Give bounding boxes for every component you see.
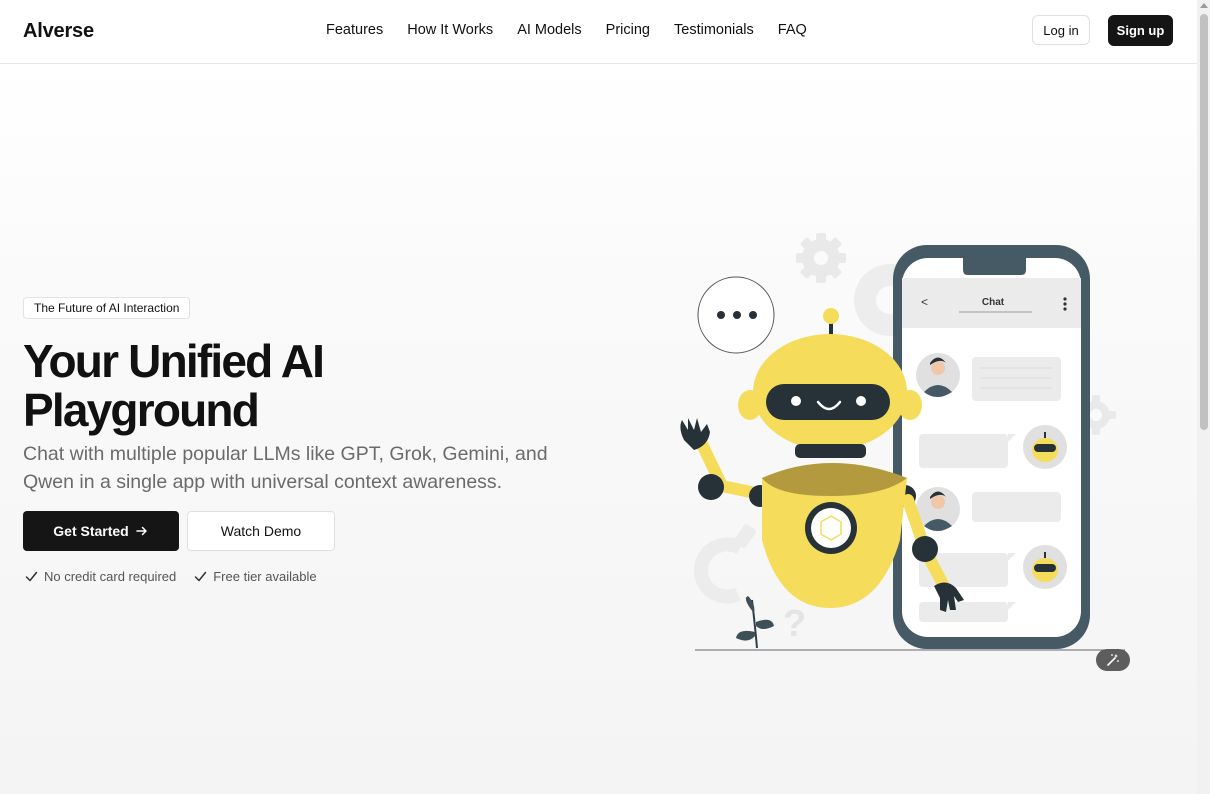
- scroll-up-arrow[interactable]: [1200, 3, 1208, 8]
- chevron-left-icon: <: [921, 295, 928, 309]
- scrollbar-thumb[interactable]: [1200, 14, 1208, 430]
- perk-item: Free tier available: [194, 569, 317, 584]
- hero-title: Your Unified AI Playground: [23, 335, 325, 436]
- hero-subtitle: Chat with multiple popular LLMs like GPT…: [23, 443, 548, 493]
- nav-how-it-works[interactable]: How It Works: [407, 22, 493, 38]
- robot-chat-illustration: ? < Chat: [680, 233, 1125, 651]
- nav-testimonials[interactable]: Testimonials: [674, 22, 754, 38]
- perk-label: No credit card required: [44, 569, 177, 584]
- magic-wand-icon: [1107, 654, 1119, 666]
- site-header: Alverse Features How It Works AI Models …: [0, 0, 1197, 64]
- perk-item: No credit card required: [25, 569, 176, 584]
- check-icon: [194, 571, 207, 582]
- main-nav: Features How It Works AI Models Pricing …: [326, 22, 807, 38]
- check-icon: [25, 571, 38, 582]
- nav-features[interactable]: Features: [326, 22, 383, 38]
- hero-badge: The Future of AI Interaction: [23, 297, 191, 319]
- arrow-right-icon: [135, 526, 147, 536]
- chat-header-label: Chat: [982, 297, 1005, 308]
- nav-faq[interactable]: FAQ: [778, 22, 807, 38]
- svg-text:?: ?: [783, 603, 806, 645]
- brand-logo[interactable]: Alverse: [23, 20, 94, 43]
- magic-wand-button[interactable]: [1096, 649, 1130, 671]
- perks-list: No credit card required Free tier availa…: [25, 569, 317, 584]
- gear-icon: [796, 233, 846, 283]
- nav-pricing[interactable]: Pricing: [606, 22, 650, 38]
- nav-ai-models[interactable]: AI Models: [517, 22, 581, 38]
- get-started-label: Get Started: [53, 523, 129, 539]
- get-started-button[interactable]: Get Started: [23, 511, 179, 551]
- signup-button[interactable]: Sign up: [1108, 15, 1173, 46]
- login-button[interactable]: Log in: [1032, 15, 1090, 45]
- watch-demo-button[interactable]: Watch Demo: [187, 511, 335, 551]
- perk-label: Free tier available: [213, 569, 317, 584]
- more-vertical-icon: [1063, 297, 1067, 311]
